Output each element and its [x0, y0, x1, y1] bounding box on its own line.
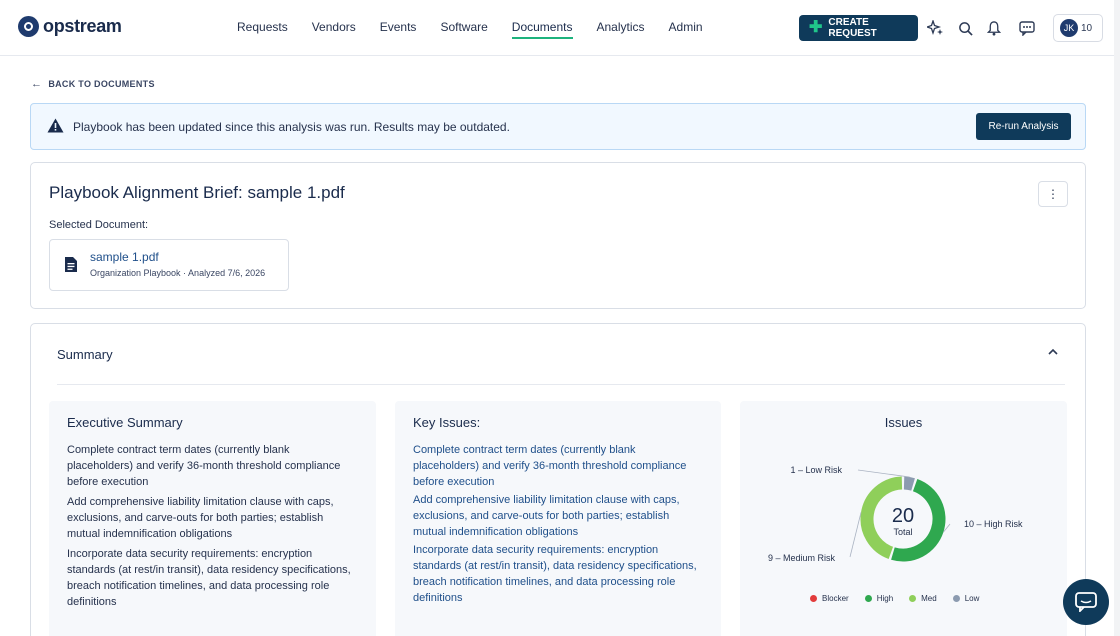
legend-dot — [864, 595, 872, 602]
arrow-left-icon: ← — [31, 78, 43, 90]
document-name[interactable]: sample 1.pdf — [90, 250, 159, 264]
divider — [57, 384, 1065, 385]
legend-item[interactable]: Med — [909, 594, 937, 603]
chat-widget-icon — [1075, 592, 1097, 612]
logo-mark-icon — [18, 16, 39, 37]
avatar-count: 10 — [1081, 22, 1093, 34]
slice-label: 9 – Medium Risk — [768, 553, 836, 563]
chat-widget-button[interactable] — [1063, 579, 1109, 625]
donut-slice[interactable] — [903, 476, 915, 491]
document-icon — [64, 256, 78, 278]
outdated-warning-banner: Playbook has been updated since this ana… — [30, 103, 1086, 150]
create-request-button[interactable]: ✚ CREATE REQUEST — [799, 15, 918, 41]
selected-document-label: Selected Document: — [49, 219, 149, 231]
back-label: BACK TO DOCUMENTS — [48, 79, 155, 89]
legend-dot — [810, 595, 817, 602]
brief-card: Playbook Alignment Brief: sample 1.pdf ⋮… — [30, 162, 1086, 309]
legend-label: Blocker — [822, 594, 849, 603]
legend-label: Low — [964, 594, 980, 603]
chat-icon[interactable] — [1018, 19, 1036, 37]
top-navbar: opstream Requests Vendors Events Softwar… — [0, 0, 1114, 56]
summary-card: Summary Executive Summary Complete contr… — [30, 323, 1086, 636]
more-options-icon[interactable]: ⋮ — [1038, 181, 1068, 207]
issues-heading: Issues — [884, 415, 923, 430]
key-issues-panel: Key Issues: Complete contract term dates… — [395, 401, 721, 636]
nav-admin[interactable]: Admin — [669, 20, 703, 39]
issues-chart-panel: Issues 1 – Low Risk 10 – High Risk 9 – Med… — [740, 401, 1067, 636]
slice-label: 10 – High Risk — [964, 519, 1023, 529]
legend-dot — [952, 595, 960, 602]
warning-text: Playbook has been updated since this ana… — [73, 120, 510, 134]
legend-label: High — [876, 594, 894, 603]
key-issue-2[interactable]: Add comprehensive liability limitation c… — [413, 492, 703, 540]
summary-title: Summary — [57, 347, 113, 362]
issues-legend: Blocker High Med Low — [810, 594, 979, 603]
executive-summary-panel: Executive Summary Complete contract term… — [49, 401, 376, 636]
slice-leader-line — [857, 469, 910, 478]
user-menu[interactable]: JK 10 — [1053, 14, 1103, 42]
nav-requests[interactable]: Requests — [237, 20, 288, 39]
key-issue-3[interactable]: Incorporate data security requirements: … — [413, 542, 703, 606]
slice-label: 1 – Low Risk — [790, 465, 842, 475]
document-meta: Organization Playbook · Analyzed 7/6, 20… — [90, 268, 266, 278]
page-scrollbar[interactable] — [1114, 0, 1120, 636]
nav-documents[interactable]: Documents — [511, 20, 573, 39]
slice-leader-line — [849, 512, 862, 558]
warning-icon — [47, 118, 64, 138]
legend-dot — [909, 595, 917, 602]
logo-text: opstream — [43, 16, 122, 36]
opstream-logo[interactable]: opstream — [18, 16, 122, 37]
legend-item[interactable]: Low — [952, 594, 980, 603]
chevron-up-icon[interactable] — [1048, 344, 1058, 358]
plus-icon: ✚ — [809, 19, 823, 36]
donut-total-label: Total — [893, 527, 912, 537]
key-issues-heading: Key Issues: — [413, 415, 481, 430]
sparkle-icon[interactable] — [926, 19, 944, 37]
nav-events[interactable]: Events — [380, 20, 417, 39]
avatar: JK — [1060, 19, 1078, 37]
search-icon[interactable] — [956, 19, 974, 37]
legend-item[interactable]: Blocker — [810, 594, 849, 603]
main-nav: Requests Vendors Events Software Documen… — [237, 20, 727, 39]
exec-item-1: Complete contract term dates (currently … — [67, 444, 341, 488]
page-title: Playbook Alignment Brief: sample 1.pdf — [49, 183, 345, 202]
exec-item-2: Add comprehensive liability limitation c… — [67, 496, 334, 540]
nav-analytics[interactable]: Analytics — [597, 20, 645, 39]
nav-vendors[interactable]: Vendors — [312, 20, 356, 39]
issues-donut-chart: 1 – Low Risk 10 – High Risk 9 – Medium Ris… — [768, 465, 1023, 563]
back-to-documents-link[interactable]: ← BACK TO DOCUMENTS — [31, 78, 155, 90]
key-issue-1[interactable]: Complete contract term dates (currently … — [413, 442, 703, 490]
create-request-label: CREATE REQUEST — [828, 17, 877, 39]
rerun-analysis-button[interactable]: Re-run Analysis — [976, 113, 1071, 140]
exec-item-3: Incorporate data security requirements: … — [67, 548, 351, 608]
executive-summary-heading: Executive Summary — [67, 415, 183, 430]
bell-icon[interactable] — [985, 19, 1003, 37]
selected-document-card[interactable]: sample 1.pdf Organization Playbook · Ana… — [49, 239, 289, 291]
legend-label: Med — [921, 594, 937, 603]
donut-total-value: 20 — [892, 505, 914, 527]
nav-software[interactable]: Software — [440, 20, 487, 39]
legend-item[interactable]: High — [864, 594, 894, 603]
